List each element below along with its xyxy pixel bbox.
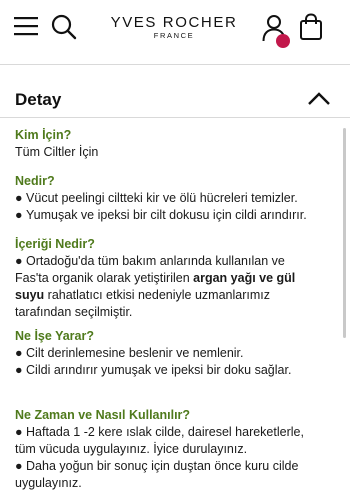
usage-line-continued: uygulayınız.	[15, 476, 82, 490]
detail-title[interactable]: Detay	[15, 90, 61, 110]
list-item: ● Vücut peelingi ciltteki kir ve ölü hüc…	[15, 191, 298, 205]
list-item-text: Cildi arındırır yumuşak ve ipeksi bir do…	[26, 363, 292, 377]
divider-top	[0, 64, 350, 65]
section-ingredients-title: İçeriği Nedir?	[15, 237, 95, 251]
section-who-text: Tüm Ciltler İçin	[15, 145, 99, 159]
list-item: ● Cilt derinlemesine beslenir ve nemleni…	[15, 346, 244, 360]
usage-line-continued: tüm vücuda uygulayınız. İyice durulayını…	[15, 442, 248, 456]
shopping-bag-icon[interactable]	[299, 13, 323, 41]
section-who: Kim İçin? Tüm Ciltler İçin	[15, 127, 335, 161]
section-benefits-title: Ne İşe Yarar?	[15, 329, 94, 343]
ingredients-text: Fas'ta organik olarak yetiştirilen	[15, 271, 194, 285]
list-item-text: Haftada 1 -2 kere ıslak cilde, dairesel …	[26, 425, 304, 439]
section-what-title: Nedir?	[15, 174, 55, 188]
ingredients-line-4: tarafından seçilmiştir.	[15, 305, 133, 319]
section-usage: Ne Zaman ve Nasıl Kullanılır? ● Haftada …	[15, 407, 335, 492]
divider-detail	[0, 117, 350, 118]
ingredients-line-2: Fas'ta organik olarak yetiştirilen argan…	[15, 270, 335, 287]
list-item: ● Cildi arındırır yumuşak ve ipeksi bir …	[15, 363, 292, 377]
scrollbar[interactable]	[343, 128, 346, 338]
notification-badge	[276, 34, 290, 48]
ingredients-highlight: argan yağı ve gül	[193, 271, 296, 285]
list-item: ● Haftada 1 -2 kere ıslak cilde, dairese…	[15, 425, 304, 439]
section-benefits: Ne İşe Yarar? ● Cilt derinlemesine besle…	[15, 328, 335, 379]
brand-logo[interactable]: YVES ROCHER FRANCE	[104, 14, 244, 41]
search-icon[interactable]	[51, 14, 77, 40]
ingredients-highlight: suyu	[15, 288, 45, 302]
top-header: YVES ROCHER FRANCE	[0, 0, 350, 56]
brand-name: YVES ROCHER	[110, 14, 238, 31]
ingredients-text: rahatlatıcı etkisi nedeniyle uzmanlarımı…	[44, 288, 270, 302]
section-what: Nedir? ● Vücut peelingi ciltteki kir ve …	[15, 173, 335, 224]
chevron-up-icon[interactable]	[306, 90, 332, 108]
menu-icon[interactable]	[14, 16, 38, 36]
section-ingredients: İçeriği Nedir? ● Ortadoğu'da tüm bakım a…	[15, 236, 335, 321]
ingredients-line-1: Ortadoğu'da tüm bakım anlarında kullanıl…	[26, 254, 285, 268]
list-item: ● Ortadoğu'da tüm bakım anlarında kullan…	[15, 254, 285, 268]
ingredients-line-3: suyu rahatlatıcı etkisi nedeniyle uzmanl…	[15, 287, 335, 304]
list-item-text: Yumuşak ve ipeksi bir cilt dokusu için c…	[26, 208, 307, 222]
section-who-title: Kim İçin?	[15, 128, 72, 142]
list-item-text: Daha yoğun bir sonuç için duştan önce ku…	[26, 459, 299, 473]
brand-subtitle: FRANCE	[153, 31, 195, 40]
list-item-text: Cilt derinlemesine beslenir ve nemlenir.	[26, 346, 244, 360]
list-item: ● Yumuşak ve ipeksi bir cilt dokusu için…	[15, 208, 307, 222]
section-usage-title: Ne Zaman ve Nasıl Kullanılır?	[15, 408, 191, 422]
list-item-text: Vücut peelingi ciltteki kir ve ölü hücre…	[26, 191, 298, 205]
list-item: ● Daha yoğun bir sonuç için duştan önce …	[15, 459, 299, 473]
